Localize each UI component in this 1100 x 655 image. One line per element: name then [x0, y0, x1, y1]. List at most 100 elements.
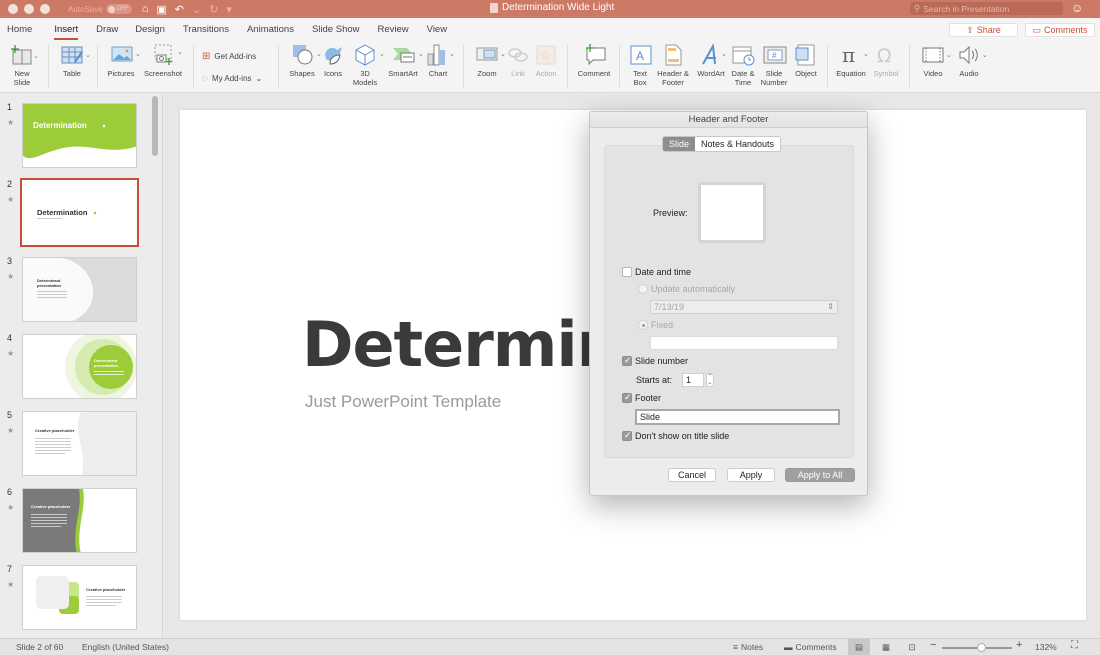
cancel-button[interactable]: Cancel	[668, 468, 716, 482]
minimize-window-button[interactable]	[24, 4, 34, 14]
language-indicator[interactable]: English (United States)	[82, 642, 169, 652]
slide-thumbnail[interactable]: Determination	[22, 103, 137, 168]
svg-text:Determination: Determination	[33, 121, 87, 130]
new-slide-button[interactable]: ⌄ New Slide	[8, 44, 39, 87]
autosave-control[interactable]: AutoSave OFF	[68, 4, 132, 14]
tab-review[interactable]: Review	[378, 18, 409, 40]
date-time-checkbox[interactable]	[622, 267, 632, 277]
dont-show-title-checkbox[interactable]	[622, 430, 632, 441]
slide-number: 5	[7, 410, 13, 420]
status-comments-button[interactable]: ▬ Comments	[784, 642, 837, 652]
zoom-level[interactable]: 132%	[1035, 642, 1057, 652]
comments-button[interactable]: ▭ Comments	[1025, 23, 1095, 37]
table-button[interactable]: ⌄ Table	[56, 44, 91, 78]
apply-to-all-button[interactable]: Apply to All	[785, 468, 855, 482]
slide-thumbnail[interactable]: Creative placeholder	[22, 488, 137, 553]
ribbon-tabs: Home Insert Draw Design Transitions Anim…	[0, 18, 1100, 40]
smartart-icon: ⌄	[392, 44, 424, 66]
footer-checkbox[interactable]	[622, 392, 632, 403]
feedback-smiley-icon[interactable]: ☺	[1071, 1, 1083, 15]
zoom-in-button[interactable]: +	[1016, 639, 1022, 651]
dialog-tab-switcher: Slide Notes & Handouts	[662, 136, 782, 152]
slide-number-checkbox[interactable]	[622, 355, 632, 366]
get-addins-button[interactable]: ⊞ Get Add-ins	[202, 51, 256, 62]
footer-text-input[interactable]: Slide	[635, 409, 840, 425]
slide-thumbnail-panel: 1 ★ Determination 2 ★ Determination 3 ★ …	[0, 94, 163, 638]
chart-label: Chart	[428, 69, 448, 78]
redo-icon[interactable]: ↻	[209, 3, 218, 16]
tab-slide-show[interactable]: Slide Show	[312, 18, 360, 40]
chart-button[interactable]: ⌄ Chart	[424, 44, 455, 78]
screenshot-button[interactable]: ⌄ Screenshot	[141, 44, 185, 78]
close-window-button[interactable]	[8, 4, 18, 14]
comment-button[interactable]: Comment	[576, 44, 612, 78]
zoom-slider-handle[interactable]	[976, 643, 986, 652]
date-time-button[interactable]: Date & Time	[730, 44, 756, 87]
smartart-button[interactable]: ⌄ SmartArt	[384, 44, 424, 78]
slide-number-button[interactable]: # Slide Number	[758, 44, 790, 87]
header-footer-button[interactable]: Header & Footer	[655, 44, 691, 87]
save-icon[interactable]: ▣	[156, 3, 166, 16]
wordart-button[interactable]: ⌄ WordArt	[693, 42, 729, 78]
slide-thumbnail[interactable]: Creative placeholder	[22, 565, 137, 630]
equation-button[interactable]: π ⌄ Equation	[834, 43, 869, 78]
shapes-button[interactable]: ⌄ Shapes	[285, 44, 322, 78]
thumbnail-scrollbar[interactable]	[152, 96, 158, 156]
apply-button[interactable]: Apply	[727, 468, 775, 482]
link-button[interactable]: Link	[506, 44, 530, 78]
pictures-button[interactable]: ⌄ Pictures	[104, 44, 141, 78]
customize-toolbar-icon[interactable]: ▾	[226, 3, 232, 16]
icons-button[interactable]: Icons	[320, 44, 346, 78]
video-button[interactable]: ⌄ Video	[917, 44, 952, 78]
tab-insert[interactable]: Insert	[54, 18, 78, 40]
slide-thumbnail[interactable]: Determinant presentation	[22, 257, 137, 322]
share-button[interactable]: ⇪ Share	[949, 23, 1018, 37]
notes-button[interactable]: ≡ Notes	[733, 642, 763, 652]
presenter-view-button[interactable]: ⊡	[901, 639, 923, 655]
zoom-out-button[interactable]: −	[930, 639, 936, 651]
slide-thumbnail[interactable]: Determinant presentation	[22, 334, 137, 399]
symbol-button[interactable]: Ω Symbol	[871, 44, 901, 78]
action-star-icon: ☆	[535, 44, 557, 66]
tab-design[interactable]: Design	[135, 18, 165, 40]
notes-icon: ≡	[733, 642, 738, 652]
slide-thumbnail[interactable]: Creative placeholder	[22, 411, 137, 476]
3d-models-button[interactable]: ⌄ 3D Models	[348, 44, 385, 87]
date-format-value: 7/13/19	[654, 302, 685, 312]
slide-subtitle[interactable]: Just PowerPoint Template	[305, 392, 501, 412]
fixed-radio[interactable]	[638, 320, 648, 330]
tab-view[interactable]: View	[427, 18, 447, 40]
tab-slide[interactable]: Slide	[663, 137, 696, 151]
zoom-button[interactable]: ⌄ Zoom	[471, 44, 506, 78]
svg-text:⌄: ⌄	[721, 51, 727, 58]
starts-at-stepper[interactable]: ⌃ ⌄	[706, 373, 714, 387]
slide-thumbnail-selected[interactable]: Determination	[20, 178, 139, 247]
tab-notes-handouts[interactable]: Notes & Handouts	[695, 137, 781, 151]
update-automatically-radio[interactable]	[638, 284, 648, 294]
home-icon[interactable]: ⌂	[142, 3, 149, 16]
pictures-label: Pictures	[107, 69, 135, 78]
text-box-button[interactable]: A Text Box	[627, 44, 653, 87]
fixed-date-input[interactable]	[650, 336, 838, 350]
tab-transitions[interactable]: Transitions	[183, 18, 229, 40]
date-format-select[interactable]: 7/13/19 ⇕	[650, 300, 838, 314]
slide-sorter-button[interactable]: ▦	[875, 639, 897, 655]
undo-dropdown-icon[interactable]: ⌄	[192, 3, 201, 16]
zoom-window-button[interactable]	[40, 4, 50, 14]
tab-home[interactable]: Home	[7, 18, 32, 40]
cube-icon: ⌄	[354, 44, 385, 66]
action-button[interactable]: ☆ Action	[533, 44, 559, 78]
audio-button[interactable]: ⌄ Audio	[953, 44, 988, 78]
tab-animations[interactable]: Animations	[247, 18, 294, 40]
tab-draw[interactable]: Draw	[96, 18, 118, 40]
normal-view-button[interactable]: ▤	[848, 639, 870, 655]
object-button[interactable]: Object	[792, 44, 820, 78]
header-footer-label: Header & Footer	[657, 69, 689, 87]
star-icon: ★	[7, 349, 15, 358]
autosave-toggle[interactable]: OFF	[105, 4, 132, 14]
undo-icon[interactable]: ↶	[175, 3, 184, 16]
starts-at-input[interactable]: 1	[682, 373, 704, 387]
search-box[interactable]: ⚲ Search in Presentation	[910, 2, 1063, 15]
my-addins-button[interactable]: ◌ My Add-ins ⌄	[202, 73, 262, 84]
fit-to-window-icon[interactable]: ⛶	[1071, 640, 1078, 651]
